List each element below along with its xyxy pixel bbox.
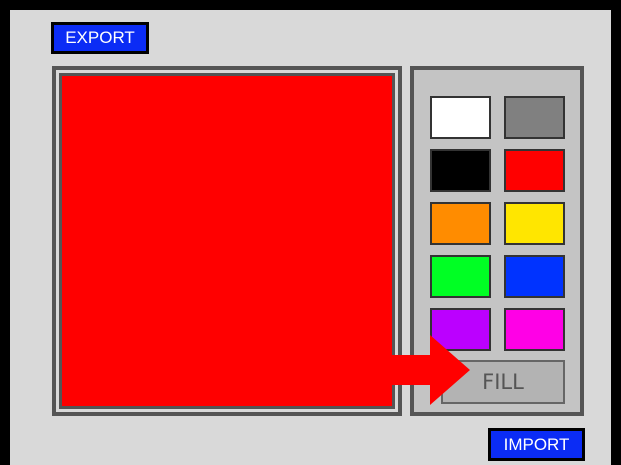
swatch-magenta[interactable] [504,308,565,351]
canvas-frame [52,66,402,416]
swatch-black[interactable] [430,149,491,192]
swatch-blue[interactable] [504,255,565,298]
swatch-yellow[interactable] [504,202,565,245]
swatch-white[interactable] [430,96,491,139]
swatch-gray[interactable] [504,96,565,139]
color-palette: FILL [410,66,584,416]
swatch-orange[interactable] [430,202,491,245]
fill-button[interactable]: FILL [441,360,565,404]
swatch-purple[interactable] [430,308,491,351]
swatch-red[interactable] [504,149,565,192]
import-button[interactable]: IMPORT [488,428,585,461]
export-button[interactable]: EXPORT [51,22,149,54]
drawing-canvas[interactable] [59,73,395,409]
paint-app-window: EXPORT FILL IMPORT [0,0,621,465]
swatch-green[interactable] [430,255,491,298]
